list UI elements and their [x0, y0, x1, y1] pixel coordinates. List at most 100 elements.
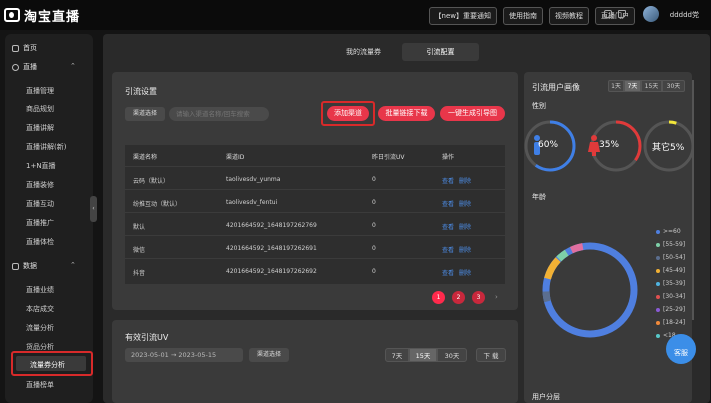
- sidebar-item-performance[interactable]: 直播业绩: [26, 285, 54, 295]
- range-15d[interactable]: 15天: [409, 348, 437, 362]
- channel-select[interactable]: 渠道选择: [249, 348, 289, 362]
- view-link[interactable]: 查看: [442, 199, 454, 208]
- row-uv: 0: [372, 176, 376, 183]
- legend-label: [35-39]: [663, 280, 686, 287]
- customer-service-button[interactable]: 客服: [666, 334, 696, 364]
- range-1d[interactable]: 1天: [608, 80, 624, 92]
- tab-guide-config[interactable]: 引流配置: [402, 43, 479, 61]
- column-header: 渠道ID: [226, 154, 245, 161]
- age-legend-item[interactable]: [30-34]: [656, 293, 685, 300]
- sidebar-label: 首页: [23, 44, 37, 52]
- tabs: 我的流量券 引流配置: [325, 43, 479, 61]
- legend-dot: [656, 333, 660, 338]
- legend-label: [50-54]: [663, 254, 686, 261]
- divider: [125, 166, 505, 167]
- view-link[interactable]: 查看: [442, 176, 454, 185]
- top-bar: 淘宝直播 【new】重要通知 使用指南 视频教程 直播门户 ddddd党: [0, 0, 711, 30]
- collapse-handle[interactable]: ‹: [90, 196, 97, 222]
- channel-select[interactable]: 渠道选择: [125, 107, 165, 121]
- delete-link[interactable]: 删除: [459, 222, 471, 231]
- date-range-picker[interactable]: 2023-05-01 → 2023-05-15: [125, 348, 243, 362]
- sidebar-item-promote[interactable]: 直播推广: [26, 218, 54, 228]
- batch-download-button[interactable]: 批量链接下载: [378, 106, 435, 121]
- page-2[interactable]: 2: [452, 291, 465, 304]
- sidebar-item-home[interactable]: 首页: [12, 43, 37, 53]
- view-link[interactable]: 查看: [442, 245, 454, 254]
- range-30d[interactable]: 30天: [437, 348, 467, 362]
- page-3[interactable]: 3: [472, 291, 485, 304]
- download-button[interactable]: 下 载: [476, 348, 506, 362]
- sidebar-label: 直播: [23, 63, 37, 71]
- logo-text: 淘宝直播: [24, 9, 81, 25]
- legend-label: [30-34]: [663, 293, 686, 300]
- sidebar-section-live[interactable]: 直播: [12, 62, 37, 72]
- divider: [125, 235, 505, 236]
- scrollbar[interactable]: [692, 80, 694, 320]
- age-legend-item[interactable]: [18-24]: [656, 319, 685, 326]
- age-slice-pink: [542, 242, 638, 338]
- age-legend-item[interactable]: [35-39]: [656, 280, 685, 287]
- sidebar-item-traffic[interactable]: 流量分析: [26, 323, 54, 333]
- age-legend-item[interactable]: >=60: [656, 228, 681, 235]
- range-15d[interactable]: 15天: [641, 80, 662, 92]
- legend-label: [25-29]: [663, 306, 686, 313]
- avatar[interactable]: [643, 6, 659, 22]
- guide-link[interactable]: 使用指南: [503, 7, 543, 25]
- highlight-outline: [11, 351, 93, 376]
- highlight-outline: [321, 101, 375, 126]
- sidebar-item-explain[interactable]: 直播讲解: [26, 123, 54, 133]
- range-7d[interactable]: 7天: [385, 348, 409, 362]
- female-percent: 35%: [599, 140, 620, 150]
- view-link[interactable]: 查看: [442, 222, 454, 231]
- sidebar-item-1n-live[interactable]: 1+N直播: [26, 161, 56, 171]
- age-legend-item[interactable]: [25-29]: [656, 306, 685, 313]
- sidebar-item-explain-new[interactable]: 直播讲解(新): [26, 142, 66, 152]
- sidebar-item-decor[interactable]: 直播装修: [26, 180, 54, 190]
- delete-link[interactable]: 删除: [459, 199, 471, 208]
- logo[interactable]: 淘宝直播: [4, 6, 80, 25]
- message-icon[interactable]: [618, 10, 626, 18]
- sidebar-item-live-manage[interactable]: 直播管理: [26, 86, 54, 96]
- chevron-up-icon[interactable]: ⌃: [70, 62, 76, 70]
- generate-guide-button[interactable]: 一键生成引导图: [440, 106, 505, 121]
- tab-my-coupons[interactable]: 我的流量券: [325, 43, 402, 61]
- age-legend-item[interactable]: [50-54]: [656, 254, 685, 261]
- logo-icon: [4, 8, 20, 22]
- mobile-icon[interactable]: [604, 10, 612, 18]
- legend-dot: [656, 242, 660, 247]
- legend-dot: [656, 307, 660, 312]
- video-link[interactable]: 视频教程: [549, 7, 589, 25]
- user-name[interactable]: ddddd党: [670, 10, 699, 20]
- sidebar-label: 数据: [23, 262, 37, 270]
- row-uv: 0: [372, 222, 376, 229]
- sidebar-item-check[interactable]: 直播体检: [26, 237, 54, 247]
- sidebar-item-interact[interactable]: 直播互动: [26, 199, 54, 209]
- delete-link[interactable]: 删除: [459, 176, 471, 185]
- channel-search-input[interactable]: [169, 107, 269, 121]
- delete-link[interactable]: 删除: [459, 245, 471, 254]
- legend-dot: [656, 255, 660, 260]
- sidebar-item-ranking[interactable]: 直播榜单: [26, 380, 54, 390]
- sidebar-item-store-deal[interactable]: 本店成交: [26, 304, 54, 314]
- sidebar-section-data[interactable]: 数据: [12, 261, 37, 271]
- sidebar-item-product-plan[interactable]: 商品规划: [26, 104, 54, 114]
- legend-dot: [656, 268, 660, 273]
- age-legend-item[interactable]: [55-59]: [656, 241, 685, 248]
- next-page-icon[interactable]: ›: [495, 293, 498, 301]
- chevron-up-icon[interactable]: ⌃: [70, 261, 76, 269]
- view-link[interactable]: 查看: [442, 268, 454, 277]
- effective-uv-title: 有效引流UV: [125, 333, 169, 342]
- age-donut: [542, 242, 638, 338]
- age-slice-55-59: [542, 242, 638, 338]
- range-7d[interactable]: 7天: [624, 80, 641, 92]
- row-name: 抖音: [133, 270, 146, 277]
- delete-link[interactable]: 删除: [459, 268, 471, 277]
- age-legend-item[interactable]: [45-49]: [656, 267, 685, 274]
- page-1[interactable]: 1: [432, 291, 445, 304]
- row-id: 4201664592_1648197262691: [226, 245, 317, 252]
- portal-link[interactable]: 直播门户: [595, 7, 635, 25]
- notice-link[interactable]: 【new】重要通知: [428, 7, 497, 25]
- legend-dot: [656, 281, 660, 286]
- range-30d[interactable]: 30天: [662, 80, 685, 92]
- row-name: 默认: [133, 224, 146, 231]
